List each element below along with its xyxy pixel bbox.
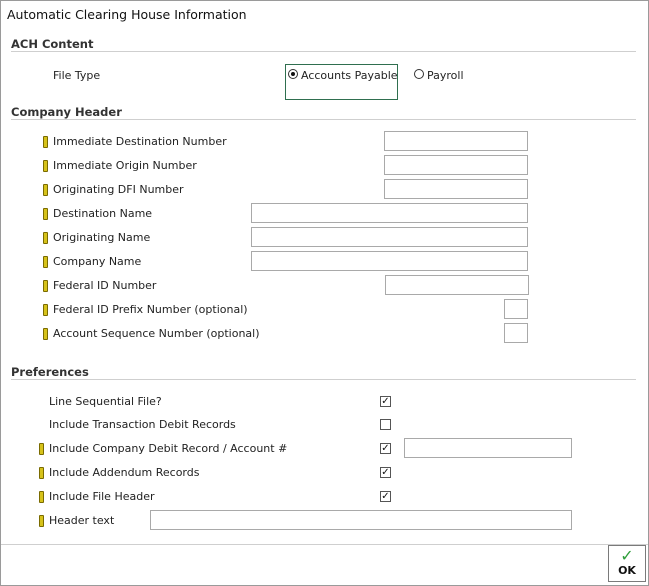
immediate-destination-number-label: Immediate Destination Number xyxy=(53,135,227,148)
include-addendum-records-label: Include Addendum Records xyxy=(49,466,200,479)
federal-id-prefix-input[interactable] xyxy=(504,299,528,319)
required-indicator xyxy=(43,160,48,172)
radio-payroll-label[interactable]: Payroll xyxy=(427,69,464,82)
include-company-debit-checkbox[interactable]: ✓ xyxy=(380,443,391,454)
section-divider xyxy=(11,379,636,380)
originating-dfi-number-input[interactable] xyxy=(384,179,528,199)
required-indicator xyxy=(43,328,48,340)
section-divider xyxy=(11,51,636,52)
originating-name-input[interactable] xyxy=(251,227,528,247)
window-title: Automatic Clearing House Information xyxy=(7,7,247,22)
required-indicator xyxy=(39,515,44,527)
required-indicator xyxy=(43,232,48,244)
required-indicator xyxy=(43,208,48,220)
include-file-header-label: Include File Header xyxy=(49,490,155,503)
radio-accounts-payable[interactable] xyxy=(288,69,298,79)
company-name-label: Company Name xyxy=(53,255,142,268)
federal-id-number-label: Federal ID Number xyxy=(53,279,157,292)
file-type-label: File Type xyxy=(53,69,101,82)
include-addendum-records-checkbox[interactable]: ✓ xyxy=(380,467,391,478)
include-file-header-checkbox[interactable]: ✓ xyxy=(380,491,391,502)
destination-name-label: Destination Name xyxy=(53,207,153,220)
required-indicator xyxy=(43,280,48,292)
checkmark-icon: ✓ xyxy=(620,546,634,565)
section-company-header: Company Header xyxy=(11,105,122,119)
radio-payroll[interactable] xyxy=(414,69,424,79)
destination-name-input[interactable] xyxy=(251,203,528,223)
include-transaction-debit-label: Include Transaction Debit Records xyxy=(49,418,236,431)
federal-id-prefix-label: Federal ID Prefix Number (optional) xyxy=(53,303,248,316)
required-indicator xyxy=(43,184,48,196)
radio-accounts-payable-label[interactable]: Accounts Payable xyxy=(301,69,398,82)
required-indicator xyxy=(43,256,48,268)
required-indicator xyxy=(39,443,44,455)
account-sequence-number-label: Account Sequence Number (optional) xyxy=(53,327,260,340)
header-text-input[interactable] xyxy=(150,510,572,530)
immediate-destination-number-input[interactable] xyxy=(384,131,528,151)
required-indicator xyxy=(39,491,44,503)
originating-dfi-number-label: Originating DFI Number xyxy=(53,183,184,196)
company-name-input[interactable] xyxy=(251,251,528,271)
company-debit-account-input[interactable] xyxy=(404,438,572,458)
line-sequential-file-checkbox[interactable]: ✓ xyxy=(380,396,391,407)
account-sequence-number-input[interactable] xyxy=(504,323,528,343)
required-indicator xyxy=(43,304,48,316)
originating-name-label: Originating Name xyxy=(53,231,151,244)
header-text-label: Header text xyxy=(49,514,115,527)
include-transaction-debit-checkbox[interactable] xyxy=(380,419,391,430)
section-divider xyxy=(11,119,636,120)
ach-dialog: Automatic Clearing House Information ACH… xyxy=(0,0,649,586)
ok-button[interactable]: ✓ OK xyxy=(608,545,646,582)
immediate-origin-number-input[interactable] xyxy=(384,155,528,175)
immediate-origin-number-label: Immediate Origin Number xyxy=(53,159,197,172)
section-ach-content: ACH Content xyxy=(11,37,94,51)
required-indicator xyxy=(39,467,44,479)
required-indicator xyxy=(43,136,48,148)
line-sequential-file-label: Line Sequential File? xyxy=(49,395,162,408)
ok-button-label: OK xyxy=(618,564,636,577)
dialog-footer xyxy=(1,544,648,545)
federal-id-number-input[interactable] xyxy=(385,275,529,295)
section-preferences: Preferences xyxy=(11,365,89,379)
include-company-debit-label: Include Company Debit Record / Account # xyxy=(49,442,288,455)
